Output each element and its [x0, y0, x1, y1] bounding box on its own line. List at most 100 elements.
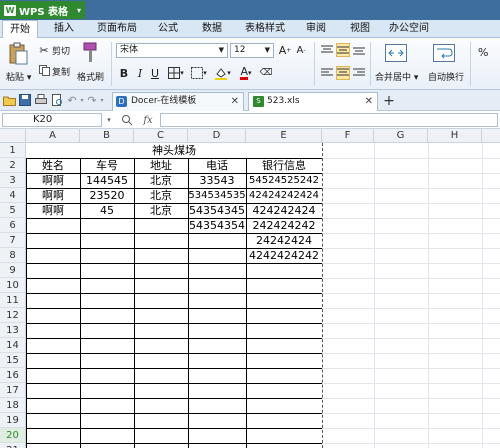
close-icon[interactable]: ✕ — [365, 93, 373, 110]
data-cell[interactable]: 4242424242 — [246, 248, 322, 263]
header-cell[interactable]: 银行信息 — [246, 158, 322, 173]
redo-dropdown-icon[interactable]: ▾ — [98, 93, 106, 107]
row-header[interactable]: 18 — [0, 398, 26, 413]
italic-icon[interactable]: I — [133, 66, 147, 80]
column-header-e[interactable]: E — [246, 129, 322, 143]
print-preview-icon[interactable] — [50, 93, 64, 107]
select-all-corner[interactable] — [0, 129, 26, 143]
row-header[interactable]: 12 — [0, 308, 26, 323]
shrink-font-icon[interactable]: A- — [294, 43, 308, 57]
data-cell[interactable]: 北京 — [134, 188, 188, 203]
row-header[interactable]: 7 — [0, 233, 26, 248]
menu-review[interactable]: 审阅 — [300, 20, 332, 38]
column-header-d[interactable]: D — [188, 129, 246, 143]
align-right-icon[interactable] — [352, 66, 366, 80]
name-box-dropdown-icon[interactable]: ▾ — [104, 113, 114, 127]
tab-docer-templates[interactable]: D Docer-在线模板 ✕ — [112, 92, 244, 111]
data-cell[interactable]: 北京 — [134, 173, 188, 188]
wrap-text-button[interactable]: 自动换行 — [428, 70, 464, 83]
column-header-a[interactable]: A — [26, 129, 80, 143]
row-header[interactable]: 19 — [0, 413, 26, 428]
column-header-g[interactable]: G — [374, 129, 428, 143]
row-header[interactable]: 6 — [0, 218, 26, 233]
row-header[interactable]: 5 — [0, 203, 26, 218]
format-painter-icon[interactable] — [80, 42, 100, 64]
scissors-icon[interactable]: ✂ — [38, 44, 50, 57]
menu-page-layout[interactable]: 页面布局 — [92, 20, 142, 38]
bold-icon[interactable]: B — [117, 66, 131, 80]
menu-office-space[interactable]: 办公空间 — [384, 20, 434, 38]
data-cell[interactable]: 啊啊 — [26, 173, 80, 188]
data-cell[interactable]: 啊啊 — [26, 188, 80, 203]
copy-icon[interactable] — [38, 64, 50, 76]
column-header-i[interactable] — [482, 129, 500, 143]
row-header[interactable]: 14 — [0, 338, 26, 353]
row-header[interactable]: 13 — [0, 323, 26, 338]
grow-font-icon[interactable]: A + — [278, 43, 292, 57]
row-header[interactable]: 10 — [0, 278, 26, 293]
column-header-b[interactable]: B — [80, 129, 134, 143]
font-size-select[interactable]: 12 ▼ — [230, 43, 274, 58]
clear-format-icon[interactable]: ⌫ — [258, 66, 274, 80]
header-cell[interactable]: 车号 — [80, 158, 134, 173]
menu-view[interactable]: 视图 — [344, 20, 376, 38]
open-folder-icon[interactable] — [2, 93, 16, 107]
undo-icon[interactable]: ↶ — [66, 93, 78, 107]
tab-523-xls[interactable]: S 523.xls ✕ — [248, 92, 378, 111]
merge-border-icon[interactable]: ▾ — [188, 66, 210, 80]
formula-input[interactable] — [160, 113, 498, 127]
header-cell[interactable]: 姓名 — [26, 158, 80, 173]
menu-data[interactable]: 数据 — [196, 20, 228, 38]
row-header[interactable]: 8 — [0, 248, 26, 263]
data-cell[interactable]: 42424242424 — [246, 188, 322, 203]
header-cell[interactable]: 电话 — [188, 158, 246, 173]
row-header[interactable]: 2 — [0, 158, 26, 173]
data-cell[interactable]: 424242424 — [246, 203, 322, 218]
function-button[interactable]: fx — [140, 113, 156, 127]
row-header[interactable]: 9 — [0, 263, 26, 278]
name-box[interactable]: K20 — [2, 113, 102, 127]
column-header-h[interactable]: H — [428, 129, 482, 143]
data-cell[interactable]: 242424242 — [246, 218, 322, 233]
align-left-icon[interactable] — [320, 66, 334, 80]
data-cell[interactable]: 啊啊 — [26, 203, 80, 218]
menu-home[interactable]: 开始 — [2, 20, 38, 38]
paste-button[interactable]: 粘贴 ▾ — [6, 70, 31, 83]
row-header[interactable]: 15 — [0, 353, 26, 368]
menu-table-style[interactable]: 表格样式 — [240, 20, 290, 38]
data-cell[interactable]: 54354354 — [188, 218, 246, 233]
row-header[interactable]: 1 — [0, 143, 26, 158]
merge-center-button[interactable]: 合并居中 ▾ — [375, 70, 418, 83]
zoom-icon[interactable] — [120, 113, 134, 127]
print-icon[interactable] — [34, 93, 48, 107]
paste-icon[interactable] — [6, 42, 30, 66]
align-bottom-icon[interactable] — [352, 43, 366, 57]
save-icon[interactable] — [18, 93, 32, 107]
sheet-title-cell[interactable]: 神头煤场 — [26, 143, 322, 158]
data-cell[interactable]: 33543 — [188, 173, 246, 188]
merge-center-icon[interactable] — [384, 42, 408, 64]
align-top-icon[interactable] — [320, 43, 334, 57]
align-middle-icon[interactable] — [336, 43, 350, 57]
align-center-icon[interactable] — [336, 66, 350, 80]
row-header[interactable]: 4 — [0, 188, 26, 203]
app-menu-button[interactable]: W WPS 表格 ▾ — [0, 1, 85, 19]
data-cell[interactable]: 54524525242 — [246, 173, 322, 188]
row-header-selected[interactable]: 20 — [0, 428, 26, 443]
font-name-select[interactable]: 宋体 ▼ — [116, 43, 228, 58]
data-cell[interactable]: 23520 — [80, 188, 134, 203]
row-header[interactable]: 16 — [0, 368, 26, 383]
row-header[interactable]: 3 — [0, 173, 26, 188]
data-cell[interactable]: 24242424 — [246, 233, 322, 248]
data-cell[interactable]: 45 — [80, 203, 134, 218]
data-cell[interactable]: 534534535 — [188, 188, 246, 203]
menu-insert[interactable]: 插入 — [48, 20, 80, 38]
border-icon[interactable]: ▾ — [166, 66, 186, 80]
format-painter-button[interactable]: 格式刷 — [77, 70, 104, 83]
column-header-c[interactable]: C — [134, 129, 188, 143]
copy-button[interactable]: 复制 — [52, 65, 70, 78]
undo-dropdown-icon[interactable]: ▾ — [78, 93, 86, 107]
row-header[interactable]: 17 — [0, 383, 26, 398]
new-tab-icon[interactable]: + — [382, 92, 396, 109]
wrap-text-icon[interactable] — [432, 42, 456, 64]
